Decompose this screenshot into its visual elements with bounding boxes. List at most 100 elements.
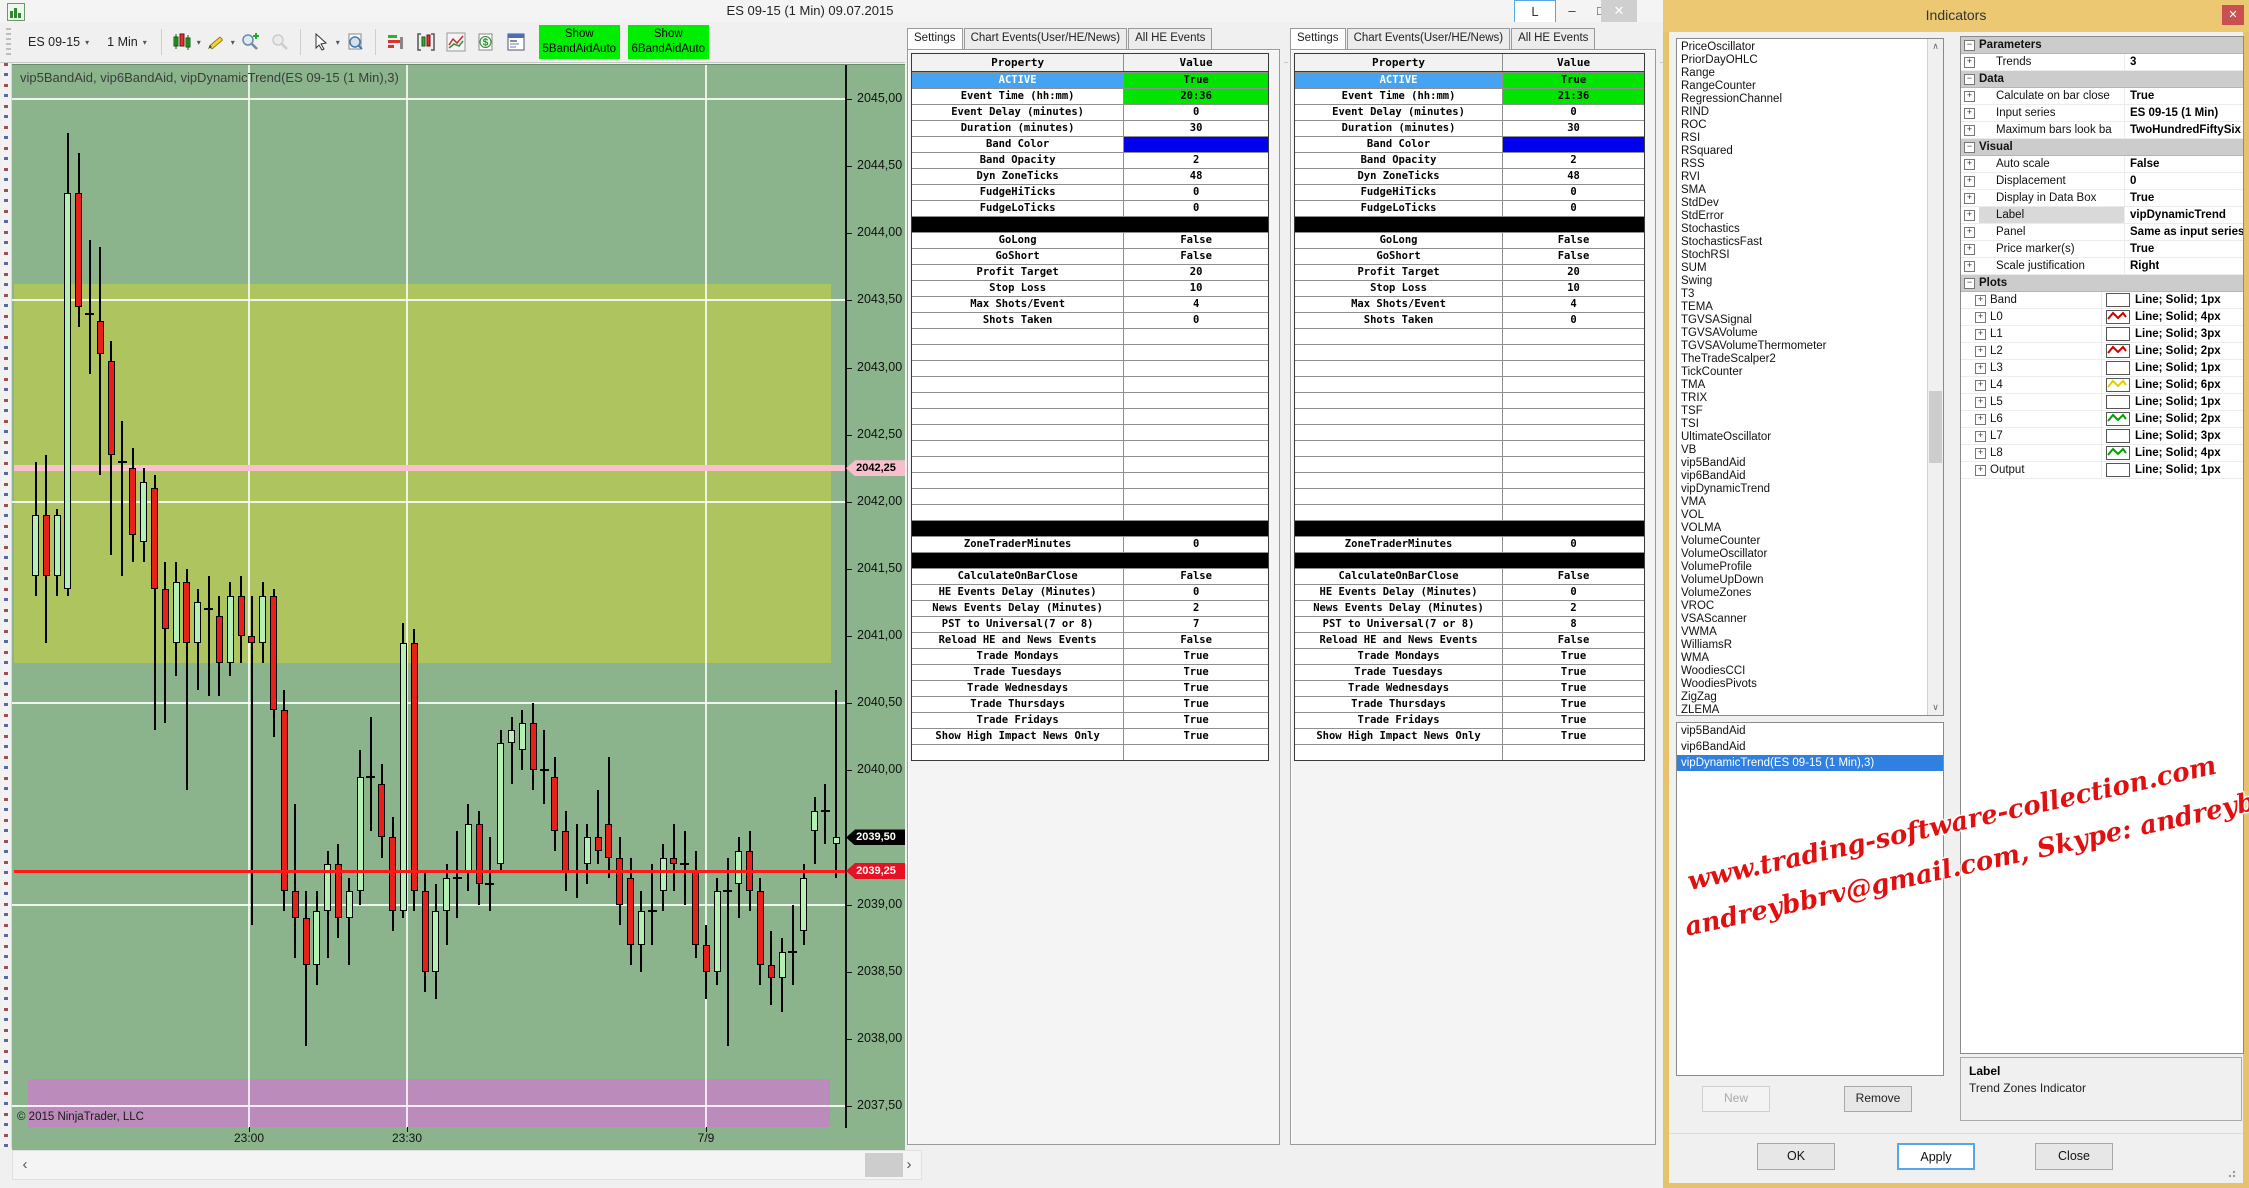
indicator-list-item[interactable]: vip6BandAid: [1677, 470, 1943, 483]
grid-value[interactable]: ES 09-15 (1 Min): [2125, 107, 2218, 119]
indicator-list-item[interactable]: VSAScanner: [1677, 613, 1943, 626]
property-value-cell[interactable]: False: [1503, 569, 1644, 584]
property-value-cell[interactable]: 48: [1124, 169, 1268, 184]
grid-property-row[interactable]: +L7Line; Solid; 3px: [1961, 428, 2243, 445]
chevron-down-icon[interactable]: ▾: [197, 38, 201, 47]
indicator-list-item[interactable]: SMA: [1677, 184, 1943, 197]
tab-chart-events-user-he-news-[interactable]: Chart Events(User/HE/News): [964, 28, 1128, 49]
grid-property-row[interactable]: +BandLine; Solid; 1px: [1961, 292, 2243, 309]
indicator-list-item[interactable]: TheTradeScalper2: [1677, 353, 1943, 366]
expand-icon[interactable]: +: [1975, 363, 1986, 374]
data-box-icon[interactable]: [341, 28, 369, 56]
indicator-list-item[interactable]: TGVSASignal: [1677, 314, 1943, 327]
property-value-cell[interactable]: 30: [1503, 121, 1644, 136]
close-icon[interactable]: ✕: [1601, 0, 1637, 24]
property-value-cell[interactable]: True: [1124, 681, 1268, 696]
indicator-list-item[interactable]: Range: [1677, 67, 1943, 80]
indicator-list-item[interactable]: WoodiesCCI: [1677, 665, 1943, 678]
dialog-close-icon[interactable]: ✕: [2222, 5, 2244, 25]
indicator-list-item[interactable]: StochRSI: [1677, 249, 1943, 262]
list-scrollbar[interactable]: ∧ ∨: [1927, 39, 1943, 715]
property-value-cell[interactable]: 2: [1503, 153, 1644, 168]
expand-icon[interactable]: +: [1975, 346, 1986, 357]
indicator-list-item[interactable]: TRIX: [1677, 392, 1943, 405]
property-value-cell[interactable]: False: [1124, 569, 1268, 584]
grid-value[interactable]: Line; Solid; 3px: [2130, 430, 2221, 442]
expand-icon[interactable]: +: [1975, 329, 1986, 340]
scroll-up-icon[interactable]: ∧: [1928, 41, 1943, 52]
indicator-list-item[interactable]: StdDev: [1677, 197, 1943, 210]
expand-icon[interactable]: +: [1975, 448, 1986, 459]
plot-color-swatch[interactable]: [2106, 344, 2130, 358]
expand-icon[interactable]: +: [1964, 159, 1975, 170]
expand-icon[interactable]: +: [1975, 295, 1986, 306]
grid-value[interactable]: vipDynamicTrend: [2125, 209, 2226, 221]
property-value-cell[interactable]: 2: [1124, 153, 1268, 168]
property-value-cell[interactable]: True: [1124, 697, 1268, 712]
apply-button[interactable]: Apply: [1897, 1143, 1975, 1170]
grid-value[interactable]: False: [2125, 158, 2159, 170]
property-value-cell[interactable]: 21:36: [1503, 89, 1644, 104]
indicators-icon[interactable]: [382, 28, 410, 56]
expand-icon[interactable]: +: [1975, 465, 1986, 476]
zoom-out-icon[interactable]: [266, 28, 294, 56]
property-value-cell[interactable]: True: [1503, 729, 1644, 744]
grid-property-row[interactable]: +Scale justificationRight: [1961, 258, 2243, 275]
grid-value[interactable]: Same as input series: [2125, 226, 2243, 238]
configured-indicator-item[interactable]: vipDynamicTrend(ES 09-15 (1 Min),3): [1677, 755, 1943, 771]
expand-icon[interactable]: +: [1975, 431, 1986, 442]
grid-property-row[interactable]: +Trends3: [1961, 54, 2243, 71]
property-value-cell[interactable]: 0: [1124, 585, 1268, 600]
plot-color-swatch[interactable]: [2106, 429, 2130, 443]
grid-property-row[interactable]: +L1Line; Solid; 3px: [1961, 326, 2243, 343]
remove-button[interactable]: Remove: [1844, 1086, 1912, 1112]
property-value-cell[interactable]: False: [1503, 249, 1644, 264]
property-value-cell[interactable]: False: [1503, 233, 1644, 248]
property-value-cell[interactable]: 0: [1503, 201, 1644, 216]
grid-value[interactable]: Line; Solid; 4px: [2130, 311, 2221, 323]
property-value-cell[interactable]: True: [1503, 697, 1644, 712]
indicator-list-item[interactable]: TSF: [1677, 405, 1943, 418]
property-value-cell[interactable]: False: [1503, 633, 1644, 648]
expand-icon[interactable]: +: [1975, 397, 1986, 408]
property-value-cell[interactable]: [1124, 137, 1268, 152]
indicator-list-item[interactable]: TGVSAVolume: [1677, 327, 1943, 340]
indicator-list-item[interactable]: Swing: [1677, 275, 1943, 288]
grid-property-row[interactable]: +L6Line; Solid; 2px: [1961, 411, 2243, 428]
expand-icon[interactable]: +: [1964, 244, 1975, 255]
property-value-cell[interactable]: 0: [1124, 185, 1268, 200]
grid-property-row[interactable]: +PanelSame as input series: [1961, 224, 2243, 241]
plot-color-swatch[interactable]: [2106, 378, 2130, 392]
link-button[interactable]: L: [1514, 0, 1556, 24]
indicator-list-item[interactable]: SUM: [1677, 262, 1943, 275]
property-value-cell[interactable]: 20: [1124, 265, 1268, 280]
grid-value[interactable]: Line; Solid; 2px: [2130, 413, 2221, 425]
indicator-list-item[interactable]: TMA: [1677, 379, 1943, 392]
toolbar-drag-handle[interactable]: [6, 28, 11, 56]
property-value-cell[interactable]: 10: [1503, 281, 1644, 296]
tab-all-he-events[interactable]: All HE Events: [1128, 28, 1212, 49]
property-value-cell[interactable]: 0: [1124, 313, 1268, 328]
grid-section-row[interactable]: −Plots: [1961, 275, 2243, 292]
property-value-cell[interactable]: 10: [1124, 281, 1268, 296]
collapse-icon[interactable]: −: [1964, 142, 1975, 153]
chevron-down-icon[interactable]: ▾: [231, 38, 235, 47]
indicator-list-item[interactable]: ZigZag: [1677, 691, 1943, 704]
indicator-list-item[interactable]: VolumeOscillator: [1677, 548, 1943, 561]
property-value-cell[interactable]: False: [1124, 249, 1268, 264]
property-value-cell[interactable]: 4: [1503, 297, 1644, 312]
scroll-down-icon[interactable]: ∨: [1928, 702, 1943, 713]
grid-value[interactable]: Line; Solid; 1px: [2130, 464, 2221, 476]
indicator-list-item[interactable]: UltimateOscillator: [1677, 431, 1943, 444]
grid-value[interactable]: Line; Solid; 1px: [2130, 396, 2221, 408]
scroll-left-icon[interactable]: ‹: [15, 1155, 35, 1175]
ok-button[interactable]: OK: [1757, 1143, 1835, 1170]
plot-color-swatch[interactable]: [2106, 293, 2130, 307]
grid-section-row[interactable]: −Visual: [1961, 139, 2243, 156]
new-button[interactable]: New: [1702, 1086, 1770, 1112]
property-value-cell[interactable]: 8: [1503, 617, 1644, 632]
plot-color-swatch[interactable]: [2106, 361, 2130, 375]
grid-value[interactable]: True: [2125, 243, 2154, 255]
indicator-list-item[interactable]: VolumeCounter: [1677, 535, 1943, 548]
indicator-list-item[interactable]: VolumeProfile: [1677, 561, 1943, 574]
